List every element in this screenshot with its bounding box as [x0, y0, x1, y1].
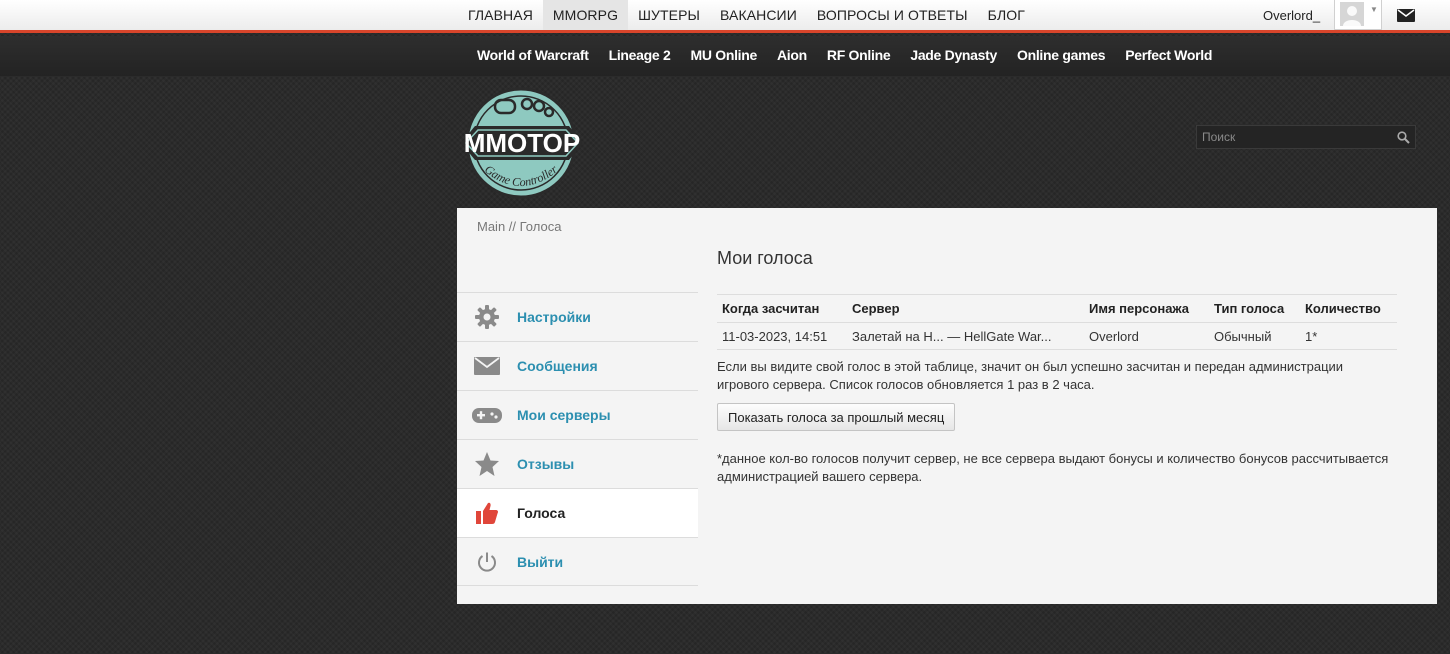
breadcrumb-separator: //	[505, 219, 520, 234]
cell-character: Overlord	[1084, 322, 1209, 350]
sidebar-item-logout[interactable]: Выйти	[457, 537, 698, 586]
sidebar-item-my-servers[interactable]: Мои серверы	[457, 390, 698, 439]
content-panel: Main // Голоса Настройки Сообщения Мои с…	[457, 208, 1437, 604]
subnav-item-rf-online[interactable]: RF Online	[817, 36, 900, 76]
sidebar-item-label: Отзывы	[517, 456, 575, 472]
sidebar-item-reviews[interactable]: Отзывы	[457, 439, 698, 488]
subnav-item-aion[interactable]: Aion	[767, 36, 817, 76]
sidebar-item-label: Выйти	[517, 553, 564, 570]
nav-item-home[interactable]: ГЛАВНАЯ	[458, 0, 543, 30]
gear-icon	[457, 304, 517, 330]
nav-item-blog[interactable]: БЛОГ	[978, 0, 1035, 30]
chevron-down-icon: ▼	[1370, 5, 1378, 14]
search-input[interactable]	[1197, 126, 1387, 148]
subnav-item-online-games[interactable]: Online games	[1007, 36, 1115, 76]
site-logo[interactable]: MMOTOP Game Controller	[457, 86, 587, 200]
main-menu: ГЛАВНАЯ MMORPG ШУТЕРЫ ВАКАНСИИ ВОПРОСЫ И…	[458, 0, 1035, 30]
star-icon	[457, 451, 517, 477]
search-icon[interactable]	[1397, 131, 1410, 149]
gamepad-icon	[457, 405, 517, 425]
column-header: Когда засчитан	[717, 294, 847, 323]
breadcrumb-current: Голоса	[519, 219, 562, 234]
column-header: Количество	[1300, 294, 1397, 323]
sidebar-item-label: Настройки	[517, 309, 591, 325]
page-title: Мои голоса	[717, 248, 813, 268]
nav-item-mmorpg[interactable]: MMORPG	[542, 0, 629, 30]
subnav-item-lineage2[interactable]: Lineage 2	[599, 36, 681, 76]
mail-icon[interactable]	[1397, 9, 1415, 27]
games-subnav: World of Warcraft Lineage 2 MU Online Ai…	[0, 36, 1450, 76]
cell-quantity: 1*	[1300, 322, 1397, 350]
sidebar-item-label: Голоса	[517, 505, 566, 521]
cell-date: 11-03-2023, 14:51	[717, 322, 847, 350]
column-header: Имя персонажа	[1084, 294, 1209, 323]
username-link[interactable]: Overlord_	[1263, 8, 1320, 23]
breadcrumb: Main // Голоса	[477, 219, 561, 234]
votes-footnote: *данное кол-во голосов получит сервер, н…	[717, 451, 1389, 484]
sidebar-item-messages[interactable]: Сообщения	[457, 341, 698, 390]
nav-item-vacancies[interactable]: ВАКАНСИИ	[710, 0, 807, 30]
table-row: 11-03-2023, 14:51 Залетай на H... — Hell…	[717, 322, 1397, 350]
subnav-item-mu-online[interactable]: MU Online	[680, 36, 767, 76]
sidebar-item-label: Сообщения	[517, 358, 598, 374]
votes-info-text: Если вы видите свой голос в этой таблице…	[717, 359, 1344, 392]
avatar	[1340, 2, 1364, 26]
cell-vote-type: Обычный	[1209, 322, 1300, 350]
show-previous-month-button[interactable]: Показать голоса за прошлый месяц	[717, 403, 956, 431]
sidebar-item-votes[interactable]: Голоса	[457, 488, 698, 537]
user-silhouette-icon	[1340, 2, 1364, 26]
votes-table: Когда засчитан Сервер Имя персонажа Тип …	[717, 294, 1397, 350]
nav-item-faq[interactable]: ВОПРОСЫ И ОТВЕТЫ	[807, 0, 978, 30]
subnav-item-perfect-world[interactable]: Perfect World	[1115, 36, 1222, 76]
breadcrumb-home[interactable]: Main	[477, 219, 505, 234]
search-box	[1196, 125, 1416, 149]
column-header: Сервер	[847, 294, 1084, 323]
column-header: Тип голоса	[1209, 294, 1300, 323]
table-header-row: Когда засчитан Сервер Имя персонажа Тип …	[717, 294, 1397, 323]
nav-item-shooters[interactable]: ШУТЕРЫ	[628, 0, 710, 30]
top-navbar: ГЛАВНАЯ MMORPG ШУТЕРЫ ВАКАНСИИ ВОПРОСЫ И…	[0, 0, 1450, 33]
cell-server[interactable]: Залетай на H... — HellGate War...	[847, 322, 1084, 350]
user-menu-dropdown[interactable]: ▼	[1334, 0, 1382, 30]
envelope-icon	[457, 357, 517, 375]
subnav-item-wow[interactable]: World of Warcraft	[467, 36, 599, 76]
sidebar-item-settings[interactable]: Настройки	[457, 292, 698, 341]
thumbs-up-icon	[457, 501, 517, 525]
power-icon	[457, 551, 517, 573]
profile-sidebar: Настройки Сообщения Мои серверы Отзывы Г…	[457, 292, 698, 586]
sidebar-item-label: Мои серверы	[517, 407, 611, 423]
votes-content: Мои голоса Когда засчитан Сервер Имя пер…	[717, 248, 1397, 484]
logo-text: MMOTOP	[464, 128, 581, 158]
subnav-item-jade-dynasty[interactable]: Jade Dynasty	[900, 36, 1007, 76]
